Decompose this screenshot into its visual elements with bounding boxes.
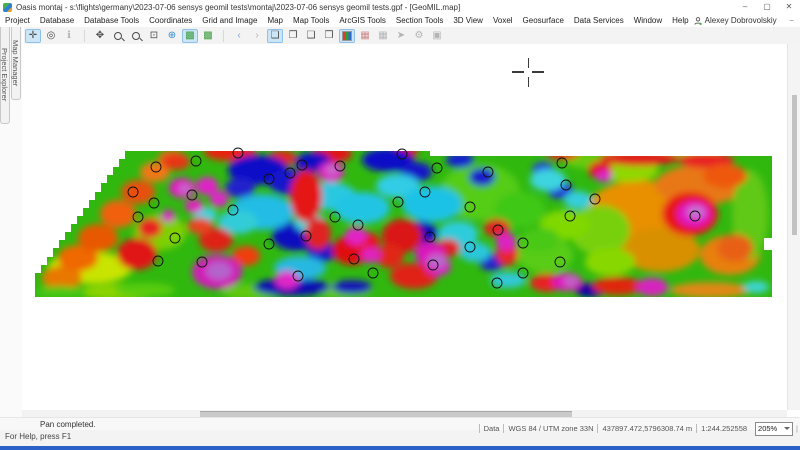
menu-map[interactable]: Map [262, 14, 288, 27]
info-tool: ℹ [61, 29, 77, 43]
menu-items: ProjectDatabaseDatabase ToolsCoordinates… [0, 14, 694, 27]
menu-map-tools[interactable]: Map Tools [288, 14, 334, 27]
menu-3d-view[interactable]: 3D View [448, 14, 488, 27]
chevron-down-icon [784, 427, 790, 430]
menu-geosurface[interactable]: Geosurface [518, 14, 569, 27]
pan-hand-tool[interactable]: ✥ [92, 29, 108, 43]
refresh-map-tool[interactable]: ▩ [200, 29, 216, 43]
gear-tool: ⚙ [411, 29, 427, 43]
menu-window[interactable]: Window [629, 14, 667, 27]
map-window-tool-4[interactable]: ❒ [321, 29, 337, 43]
menu-database-tools[interactable]: Database Tools [79, 14, 144, 27]
map-window-tool-2[interactable]: ❐ [285, 29, 301, 43]
end-separator: | [796, 424, 798, 433]
scale-panel: 1:244.252558 [696, 424, 751, 433]
menu-bar: ProjectDatabaseDatabase ToolsCoordinates… [0, 14, 800, 27]
sidebar: Project Explorer Map Manager [0, 27, 22, 417]
zoom-tool[interactable] [128, 29, 144, 43]
horizontal-scrollbar[interactable] [22, 410, 787, 417]
map-window-tool-1[interactable]: ❏ [267, 29, 283, 43]
dynamic-zoom-tool[interactable] [110, 29, 126, 43]
dot-grid-tool: ▦ [375, 29, 391, 43]
sidebar-tab-project-explorer[interactable]: Project Explorer [0, 27, 10, 124]
dot-grid-red-tool: ▦ [357, 29, 373, 43]
magnifier-icon [114, 32, 122, 40]
toolbar-buttons: ✛◎ℹ✥⊡⊕▩▩‹›❏❐❑❒▦▦➤⚙▣ [24, 29, 446, 43]
crs-panel: WGS 84 / UTM zone 33N [503, 424, 597, 433]
toolbar: ✛◎ℹ✥⊡⊕▩▩‹›❏❐❑❒▦▦➤⚙▣ [24, 27, 800, 45]
map-window-tool-3[interactable]: ❑ [303, 29, 319, 43]
pan-map-tool[interactable]: ✛ [25, 29, 41, 43]
palette-icon [342, 31, 352, 41]
user-name[interactable]: Alexey Dobrovolskiy [705, 16, 777, 25]
user-icon [694, 17, 702, 25]
redraw-map-tool[interactable]: ▩ [182, 29, 198, 43]
vertical-scrollbar-thumb[interactable] [792, 95, 797, 235]
dataset-panel: Data [479, 424, 504, 433]
window-title: Oasis montaj - s:\flights\germany\2023-0… [16, 3, 460, 12]
help-text: For Help, press F1 [5, 432, 71, 441]
app-icon [3, 3, 12, 12]
menu-project[interactable]: Project [0, 14, 35, 27]
taskbar-sliver [0, 446, 800, 450]
menu-help[interactable]: Help [667, 14, 693, 27]
menu-data-services[interactable]: Data Services [569, 14, 629, 27]
map-canvas[interactable] [22, 44, 787, 410]
menu-arcgis-tools[interactable]: ArcGIS Tools [334, 14, 391, 27]
maximize-button[interactable]: ▢ [756, 0, 778, 14]
color-tool[interactable] [339, 29, 355, 43]
coordinates-panel: 437897.472,5796308.74 m [597, 424, 696, 433]
title-bar: Oasis montaj - s:\flights\germany\2023-0… [0, 0, 800, 15]
close-button[interactable]: ✕ [778, 0, 800, 14]
full-map-extent-tool[interactable]: ⊕ [164, 29, 180, 43]
menu-coordinates[interactable]: Coordinates [144, 14, 197, 27]
minimize-button[interactable]: – [734, 0, 756, 14]
zoom-combo[interactable]: 205% [755, 422, 793, 436]
menu-grid-and-image[interactable]: Grid and Image [197, 14, 262, 27]
vertical-scrollbar[interactable] [787, 44, 800, 410]
back-button[interactable]: ‹ [231, 29, 247, 43]
toolbar-separator [78, 30, 85, 42]
status-right-panels: Data WGS 84 / UTM zone 33N 437897.472,57… [479, 421, 798, 436]
menu-database[interactable]: Database [35, 14, 79, 27]
sidebar-tab-map-manager[interactable]: Map Manager [11, 27, 21, 100]
map-viewport[interactable] [22, 44, 787, 410]
magnifier-icon [132, 32, 140, 40]
menu-section-tools[interactable]: Section Tools [391, 14, 448, 27]
zoom-value: 205% [758, 424, 784, 433]
interactive-zoom-tool[interactable]: ◎ [43, 29, 59, 43]
toolbar-separator [217, 30, 224, 42]
snapshot-tool: ▣ [429, 29, 445, 43]
mdi-minimize-button[interactable]: – [785, 14, 799, 27]
menu-voxel[interactable]: Voxel [488, 14, 518, 27]
forward-button: › [249, 29, 265, 43]
cursor-tool: ➤ [393, 29, 409, 43]
zoom-box-tool[interactable]: ⊡ [146, 29, 162, 43]
status-message: Pan completed. [40, 420, 96, 429]
